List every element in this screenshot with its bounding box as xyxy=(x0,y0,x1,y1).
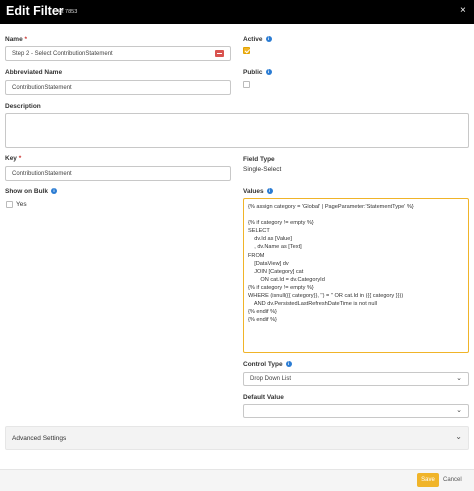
code-line: {% if category != empty %} xyxy=(248,220,314,227)
key-input[interactable]: ContributionStatement xyxy=(5,166,231,181)
code-line: ON cat.Id = dv.CategoryId xyxy=(248,276,325,283)
code-line: JOIN [Category] cat xyxy=(248,268,304,275)
code-line: {% endif %} xyxy=(248,317,277,324)
abbrev-input[interactable]: ContributionStatement xyxy=(5,80,231,95)
default-value-label: Default Value xyxy=(243,394,284,401)
key-input-value: ContributionStatement xyxy=(12,170,72,177)
save-button[interactable]: Save xyxy=(417,473,439,487)
info-icon: i xyxy=(50,188,57,194)
control-type-label: Control Type i xyxy=(243,361,292,368)
values-code-editor[interactable]: {% assign category = 'Global' | PagePara… xyxy=(243,198,469,353)
abbrev-input-value: ContributionStatement xyxy=(12,84,72,91)
field-type-label: Field Type xyxy=(243,156,275,163)
code-line: AND dv.PersistedLastRefreshDateTime is n… xyxy=(248,301,378,308)
public-label: Public i xyxy=(243,69,272,76)
description-textarea[interactable] xyxy=(5,113,469,148)
key-label: Key * xyxy=(5,155,22,162)
close-icon[interactable]: × xyxy=(460,5,466,16)
control-type-value: Drop Down List xyxy=(250,376,292,382)
code-line: SELECT xyxy=(248,228,270,235)
info-icon: i xyxy=(265,69,272,75)
show-on-bulk-option: Yes xyxy=(16,201,27,208)
name-label: Name * xyxy=(5,36,28,43)
abbrev-label: Abbreviated Name xyxy=(5,69,63,76)
name-input-value: Step 2 - Select ContributionStatement xyxy=(12,50,113,57)
code-line: FROM xyxy=(248,252,265,259)
clear-field-icon[interactable] xyxy=(215,50,224,57)
show-on-bulk-label: Show on Bulk i xyxy=(5,188,57,195)
chevron-down-icon: ⌄ xyxy=(455,432,462,441)
code-line: [DataView] dv xyxy=(248,260,289,267)
info-icon: i xyxy=(285,361,292,367)
code-line: {% if category != empty %} xyxy=(248,284,314,291)
modal-title: Edit Filter xyxy=(6,4,64,18)
control-type-select[interactable]: Drop Down List xyxy=(243,372,469,386)
description-label: Description xyxy=(5,103,41,110)
values-label: Values i xyxy=(243,188,273,195)
public-checkbox[interactable] xyxy=(243,81,250,88)
filter-id-label: kit 7853 xyxy=(58,9,78,15)
modal-header: Edit Filter kit 7853 × xyxy=(0,0,474,24)
active-checkbox[interactable] xyxy=(243,47,250,54)
info-icon: i xyxy=(265,36,272,42)
name-input[interactable]: Step 2 - Select ContributionStatement xyxy=(5,46,231,61)
advanced-settings-label: Advanced Settings xyxy=(12,435,67,442)
active-label: Active i xyxy=(243,36,272,43)
code-line: dv.Id as [Value] xyxy=(248,236,292,243)
code-line: {% endif %} xyxy=(248,309,277,316)
default-value-select[interactable] xyxy=(243,404,469,418)
cancel-button[interactable]: Cancel xyxy=(443,473,462,487)
field-type-value: Single-Select xyxy=(243,166,282,173)
code-line: WHERE (isnull({{ category}}, '') = '' OR… xyxy=(248,293,404,300)
info-icon: i xyxy=(266,188,273,194)
code-line: , dv.Name as [Text] xyxy=(248,244,302,251)
show-on-bulk-checkbox[interactable] xyxy=(6,201,13,208)
code-line: {% assign category = 'Global' | PagePara… xyxy=(248,204,414,210)
modal-footer xyxy=(0,469,474,491)
advanced-settings-panel[interactable]: Advanced Settings ⌄ xyxy=(5,426,469,450)
